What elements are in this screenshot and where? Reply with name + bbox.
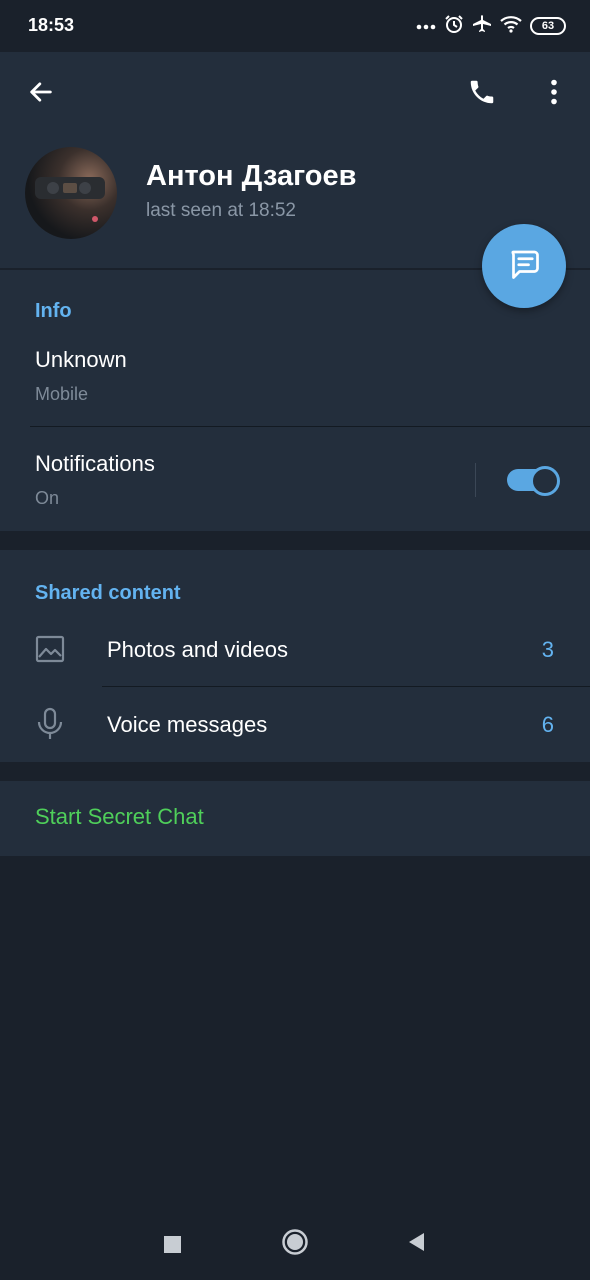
notifications-value: On bbox=[35, 488, 60, 508]
phone-value: Unknown bbox=[35, 347, 127, 372]
toggle-separator bbox=[475, 463, 476, 497]
last-seen-status: last seen at 18:52 bbox=[146, 200, 296, 221]
notifications-row[interactable]: Notifications On bbox=[0, 427, 590, 531]
photos-videos-row[interactable]: Photos and videos 3 bbox=[0, 616, 590, 686]
avatar[interactable] bbox=[25, 147, 117, 239]
home-circle-icon bbox=[281, 1228, 309, 1261]
info-section: Info Unknown Mobile Notifications On bbox=[0, 270, 590, 531]
more-dots-icon bbox=[416, 17, 436, 35]
back-arrow-icon bbox=[27, 78, 55, 111]
photo-icon bbox=[34, 633, 66, 670]
phone-label: Mobile bbox=[35, 384, 89, 404]
voice-messages-row[interactable]: Voice messages 6 bbox=[0, 687, 590, 762]
airplane-icon bbox=[472, 14, 492, 39]
battery-icon: 63 bbox=[530, 17, 566, 35]
nav-back-button[interactable] bbox=[400, 1228, 432, 1260]
message-icon bbox=[506, 246, 542, 287]
photos-videos-label: Photos and videos bbox=[107, 637, 289, 662]
voice-messages-label: Voice messages bbox=[107, 712, 268, 737]
status-time: 18:53 bbox=[28, 15, 75, 35]
alarm-icon bbox=[444, 14, 464, 39]
more-options-button[interactable] bbox=[530, 70, 578, 118]
toggle-knob bbox=[530, 466, 560, 496]
more-vert-icon bbox=[550, 79, 558, 110]
recents-button[interactable] bbox=[156, 1228, 188, 1260]
microphone-icon bbox=[35, 707, 65, 746]
phone-icon bbox=[467, 77, 497, 112]
battery-level: 63 bbox=[541, 20, 555, 32]
system-nav-bar bbox=[0, 1200, 590, 1280]
status-icons: 63 bbox=[416, 14, 566, 38]
phone-row[interactable]: Unknown Mobile bbox=[0, 330, 590, 426]
shared-content-title: Shared content bbox=[35, 582, 181, 604]
contact-name: Антон Дзагоев bbox=[146, 160, 357, 192]
notifications-label: Notifications bbox=[35, 451, 155, 476]
notifications-toggle[interactable] bbox=[507, 466, 560, 496]
start-secret-chat-button[interactable]: Start Secret Chat bbox=[35, 804, 204, 830]
send-message-button[interactable] bbox=[482, 224, 566, 308]
back-triangle-icon bbox=[406, 1231, 426, 1258]
wifi-icon bbox=[500, 15, 522, 38]
photos-videos-count: 3 bbox=[541, 637, 554, 662]
shared-content-section: Shared content Photos and videos 3 Voice… bbox=[0, 550, 590, 762]
back-button[interactable] bbox=[17, 70, 65, 118]
home-button[interactable] bbox=[278, 1227, 312, 1261]
voice-messages-count: 6 bbox=[541, 712, 554, 737]
recents-square-icon bbox=[163, 1235, 181, 1253]
call-button[interactable] bbox=[458, 70, 506, 118]
info-section-title: Info bbox=[35, 300, 72, 322]
status-bar: 18:53 63 bbox=[0, 0, 590, 52]
